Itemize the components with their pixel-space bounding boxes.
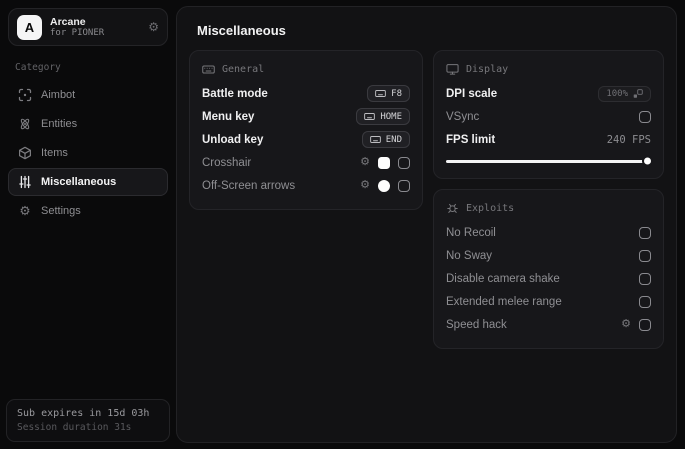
setting-row-offscreen-arrows: Off-Screen arrows ⚙ <box>202 174 410 197</box>
section-title: General <box>222 64 265 75</box>
category-label: Category <box>15 62 61 73</box>
fps-limit-value: 240 FPS <box>606 133 651 146</box>
scale-icon <box>633 88 643 98</box>
page-title: Miscellaneous <box>197 23 286 38</box>
setting-row-crosshair: Crosshair ⚙ <box>202 151 410 174</box>
keybind-button[interactable]: F8 <box>367 85 410 102</box>
sidebar-item-label: Miscellaneous <box>41 176 117 188</box>
setting-row-speed-hack: Speed hack ⚙ <box>446 313 651 336</box>
app-logo: A <box>17 14 42 40</box>
setting-row-battle-mode: Battle mode F8 <box>202 82 410 105</box>
bug-icon <box>446 202 459 215</box>
color-swatch[interactable] <box>378 179 390 192</box>
sidebar-item-label: Settings <box>41 205 81 217</box>
setting-row-no-recoil: No Recoil <box>446 221 651 244</box>
color-swatch[interactable] <box>378 156 390 169</box>
setting-row-vsync: VSync <box>446 105 651 128</box>
sidebar-item-aimbot[interactable]: Aimbot <box>8 81 168 109</box>
section-title: Display <box>466 64 509 75</box>
session-duration-text: Session duration 31s <box>17 422 132 433</box>
sidebar-item-settings[interactable]: ⚙ Settings <box>8 197 168 225</box>
brand-card: A Arcane for PIONER ⚙ <box>8 8 168 46</box>
dpi-scale-button[interactable]: 100% <box>598 85 651 102</box>
sidebar: A Arcane for PIONER ⚙ Category Aimbot En… <box>0 0 176 449</box>
speed-hack-checkbox[interactable] <box>639 318 651 331</box>
sidebar-item-entities[interactable]: Entities <box>8 110 168 138</box>
monitor-icon <box>446 63 459 76</box>
display-card: Display DPI scale 100% VSync FPS limit 2… <box>433 50 664 179</box>
main-panel: Miscellaneous General Battle mode F8 Men… <box>176 6 677 443</box>
setting-row-menu-key: Menu key HOME <box>202 105 410 128</box>
setting-row-unload-key: Unload key END <box>202 128 410 151</box>
exploits-card: Exploits No Recoil No Sway Disable camer… <box>433 189 664 349</box>
setting-row-dpi-scale: DPI scale 100% <box>446 82 651 105</box>
crosshair-checkbox[interactable] <box>398 156 410 169</box>
setting-row-no-sway: No Sway <box>446 244 651 267</box>
gear-icon: ⚙ <box>19 203 31 218</box>
brand-gear-icon[interactable]: ⚙ <box>148 21 159 33</box>
keyboard-icon <box>375 90 386 97</box>
keyboard-icon <box>202 63 215 76</box>
crosshair-scan-icon <box>18 88 32 102</box>
offscreen-arrows-checkbox[interactable] <box>398 179 410 192</box>
sidebar-item-label: Aimbot <box>41 89 76 101</box>
gear-icon[interactable]: ⚙ <box>621 319 631 330</box>
slider-handle[interactable] <box>644 157 651 165</box>
sidebar-item-label: Entities <box>41 118 78 130</box>
setting-row-fps-limit: FPS limit 240 FPS <box>446 133 651 146</box>
fps-limit-slider[interactable] <box>446 156 651 166</box>
disable-camera-shake-checkbox[interactable] <box>639 272 651 285</box>
no-recoil-checkbox[interactable] <box>639 226 651 239</box>
subscription-status-card: Sub expires in 15d 03h Session duration … <box>6 399 170 442</box>
cube-icon <box>18 146 32 160</box>
sub-expiry-text: Sub expires in 15d 03h <box>17 408 150 419</box>
app-subtitle: for PIONER <box>50 27 105 38</box>
setting-row-disable-camera-shake: Disable camera shake <box>446 267 651 290</box>
keyboard-icon <box>364 113 376 120</box>
sidebar-item-label: Items <box>41 147 68 159</box>
app-name: Arcane <box>50 15 86 28</box>
sidebar-item-miscellaneous[interactable]: Miscellaneous <box>8 168 168 196</box>
sliders-icon <box>18 175 32 189</box>
gear-icon[interactable]: ⚙ <box>360 157 370 168</box>
keybind-button[interactable]: HOME <box>356 108 410 125</box>
atom-icon <box>18 117 32 131</box>
gear-icon[interactable]: ⚙ <box>360 180 370 191</box>
section-title: Exploits <box>466 203 515 214</box>
sidebar-item-items[interactable]: Items <box>8 139 168 167</box>
keyboard-icon <box>369 136 381 143</box>
setting-row-extended-melee-range: Extended melee range <box>446 290 651 313</box>
general-card: General Battle mode F8 Menu key HOME Unl… <box>189 50 423 210</box>
sidebar-nav: Aimbot Entities Items Miscellaneous ⚙ Se… <box>8 81 168 225</box>
app-window: A Arcane for PIONER ⚙ Category Aimbot En… <box>0 0 685 449</box>
keybind-button[interactable]: END <box>361 131 410 148</box>
vsync-checkbox[interactable] <box>639 110 651 123</box>
no-sway-checkbox[interactable] <box>639 249 651 262</box>
extended-melee-range-checkbox[interactable] <box>639 295 651 308</box>
